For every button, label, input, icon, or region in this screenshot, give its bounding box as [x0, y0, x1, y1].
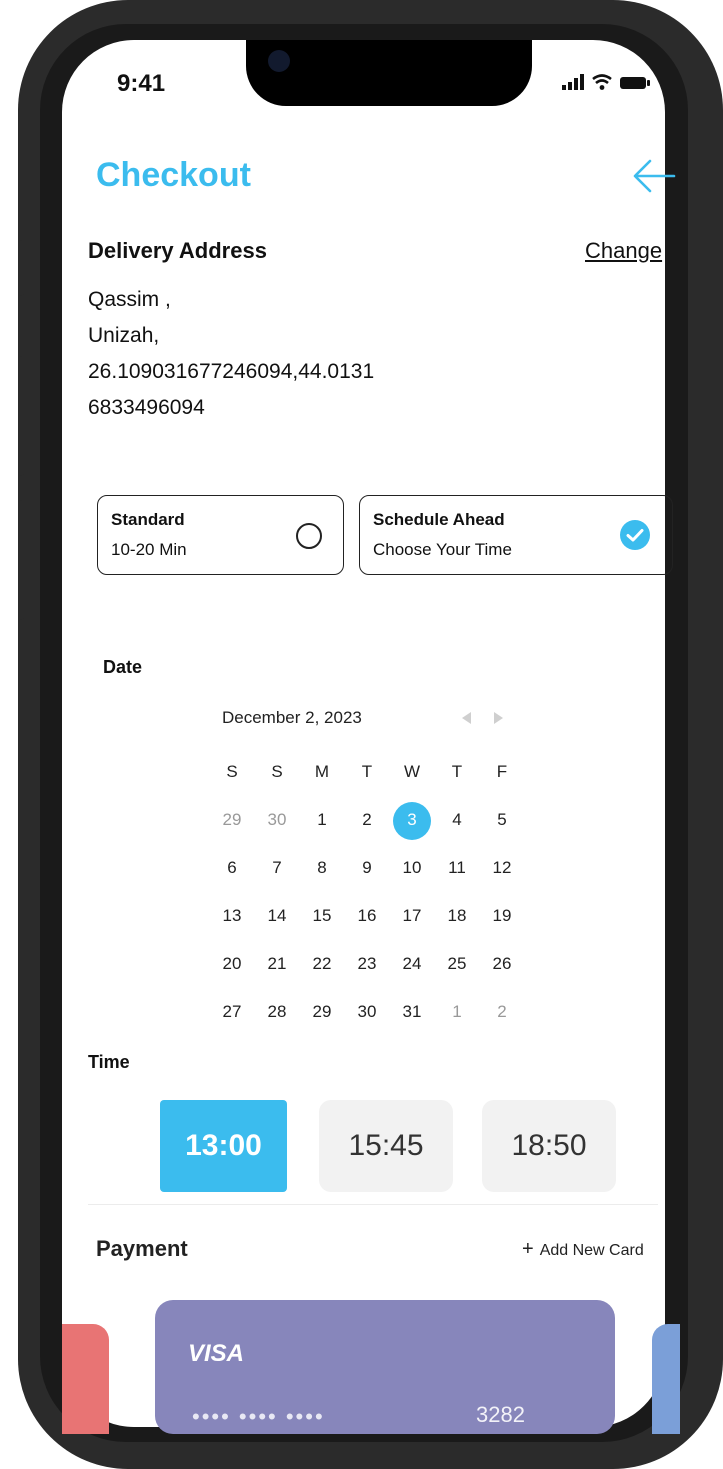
- calendar-day[interactable]: 26: [480, 942, 524, 986]
- calendar-day[interactable]: 31: [390, 990, 434, 1034]
- payment-card-left[interactable]: [62, 1324, 109, 1434]
- divider: [88, 1204, 658, 1205]
- time-slot[interactable]: 18:50: [482, 1100, 616, 1192]
- prev-month-icon[interactable]: [462, 712, 471, 724]
- calendar-day[interactable]: 1: [435, 990, 479, 1034]
- calendar-day[interactable]: 12: [480, 846, 524, 890]
- calendar-day[interactable]: 13: [210, 894, 254, 938]
- option-subtitle: 10-20 Min: [111, 540, 187, 559]
- card-number-mask: •••• •••• ••••: [192, 1404, 325, 1429]
- calendar-month: December 2, 2023: [222, 708, 362, 727]
- calendar-day[interactable]: 30: [345, 990, 389, 1034]
- calendar-weekday: T: [451, 762, 463, 781]
- phone-side-button: [18, 500, 24, 620]
- time-slot-selected[interactable]: 13:00: [160, 1100, 287, 1192]
- calendar-weekday: W: [403, 762, 421, 781]
- calendar-day[interactable]: 2: [345, 798, 389, 842]
- payment-card-right[interactable]: [652, 1324, 680, 1434]
- calendar-weekday: F: [496, 762, 508, 781]
- standard-option[interactable]: Standard 10-20 Min: [97, 495, 344, 575]
- delivery-address-label: Delivery Address: [88, 238, 267, 263]
- notch: [246, 40, 532, 106]
- calendar-day[interactable]: 16: [345, 894, 389, 938]
- calendar-day[interactable]: 6: [210, 846, 254, 890]
- card-last-digits: 3282: [476, 1402, 525, 1427]
- calendar-day[interactable]: 22: [300, 942, 344, 986]
- schedule-ahead-option[interactable]: Schedule Ahead Choose Your Time: [359, 495, 673, 575]
- calendar-day[interactable]: 1: [300, 798, 344, 842]
- add-new-card-label: Add New Card: [539, 1242, 644, 1259]
- time-label: Time: [88, 1052, 130, 1072]
- calendar-weekday: M: [314, 762, 330, 781]
- calendar-weekday: T: [361, 762, 373, 781]
- calendar-weekday: S: [226, 762, 238, 781]
- calendar-day[interactable]: 24: [390, 942, 434, 986]
- status-icons: [562, 74, 650, 90]
- calendar-day[interactable]: 2: [480, 990, 524, 1034]
- calendar-day[interactable]: 20: [210, 942, 254, 986]
- next-month-icon[interactable]: [494, 712, 503, 724]
- time-slot[interactable]: 15:45: [319, 1100, 453, 1192]
- calendar-day[interactable]: 15: [300, 894, 344, 938]
- visa-logo: VISA: [188, 1340, 245, 1367]
- address-line: Unizah,: [88, 324, 160, 347]
- calendar-day[interactable]: 21: [255, 942, 299, 986]
- phone-side-button: [18, 356, 24, 476]
- calendar-day[interactable]: 28: [255, 990, 299, 1034]
- phone-side-button: [18, 240, 24, 296]
- calendar-day[interactable]: 4: [435, 798, 479, 842]
- calendar-day[interactable]: 27: [210, 990, 254, 1034]
- option-subtitle: Choose Your Time: [373, 540, 512, 559]
- calendar-day[interactable]: 29: [300, 990, 344, 1034]
- address-text: Qassim , Unizah, 26.109031677246094,44.0…: [88, 282, 374, 426]
- plus-icon: +: [522, 1238, 534, 1260]
- option-title: Standard: [111, 510, 185, 529]
- check-circle-icon[interactable]: [620, 520, 650, 550]
- camera-icon: [268, 50, 290, 72]
- calendar-day[interactable]: 14: [255, 894, 299, 938]
- calendar-weekday: S: [271, 762, 283, 781]
- page-title: Checkout: [96, 156, 251, 194]
- address-line: 6833496094: [88, 396, 205, 419]
- calendar-day[interactable]: 25: [435, 942, 479, 986]
- calendar-day[interactable]: 11: [435, 846, 479, 890]
- calendar-day[interactable]: 8: [300, 846, 344, 890]
- calendar-day[interactable]: 9: [345, 846, 389, 890]
- calendar-day[interactable]: 30: [255, 798, 299, 842]
- calendar-day[interactable]: 10: [390, 846, 434, 890]
- status-time: 9:41: [117, 70, 166, 97]
- calendar-day[interactable]: 29: [210, 798, 254, 842]
- calendar-day[interactable]: 18: [435, 894, 479, 938]
- change-address-link[interactable]: Change: [585, 238, 662, 264]
- back-arrow-icon[interactable]: [632, 158, 676, 194]
- calendar-day[interactable]: 7: [255, 846, 299, 890]
- wifi-icon: [592, 74, 612, 90]
- calendar-day-selected[interactable]: 3: [390, 798, 434, 842]
- calendar-day[interactable]: 17: [390, 894, 434, 938]
- signal-icon: [562, 74, 584, 90]
- payment-label: Payment: [96, 1236, 188, 1261]
- calendar-day[interactable]: 23: [345, 942, 389, 986]
- calendar-day[interactable]: 5: [480, 798, 524, 842]
- radio-unchecked-icon[interactable]: [296, 523, 322, 549]
- battery-icon: [620, 77, 650, 89]
- calendar-day[interactable]: 19: [480, 894, 524, 938]
- address-line: 26.109031677246094,44.0131: [88, 360, 375, 383]
- option-title: Schedule Ahead: [373, 510, 505, 529]
- add-new-card-button[interactable]: + Add New Card: [522, 1238, 644, 1261]
- date-label: Date: [103, 657, 143, 677]
- address-line: Qassim ,: [88, 288, 171, 311]
